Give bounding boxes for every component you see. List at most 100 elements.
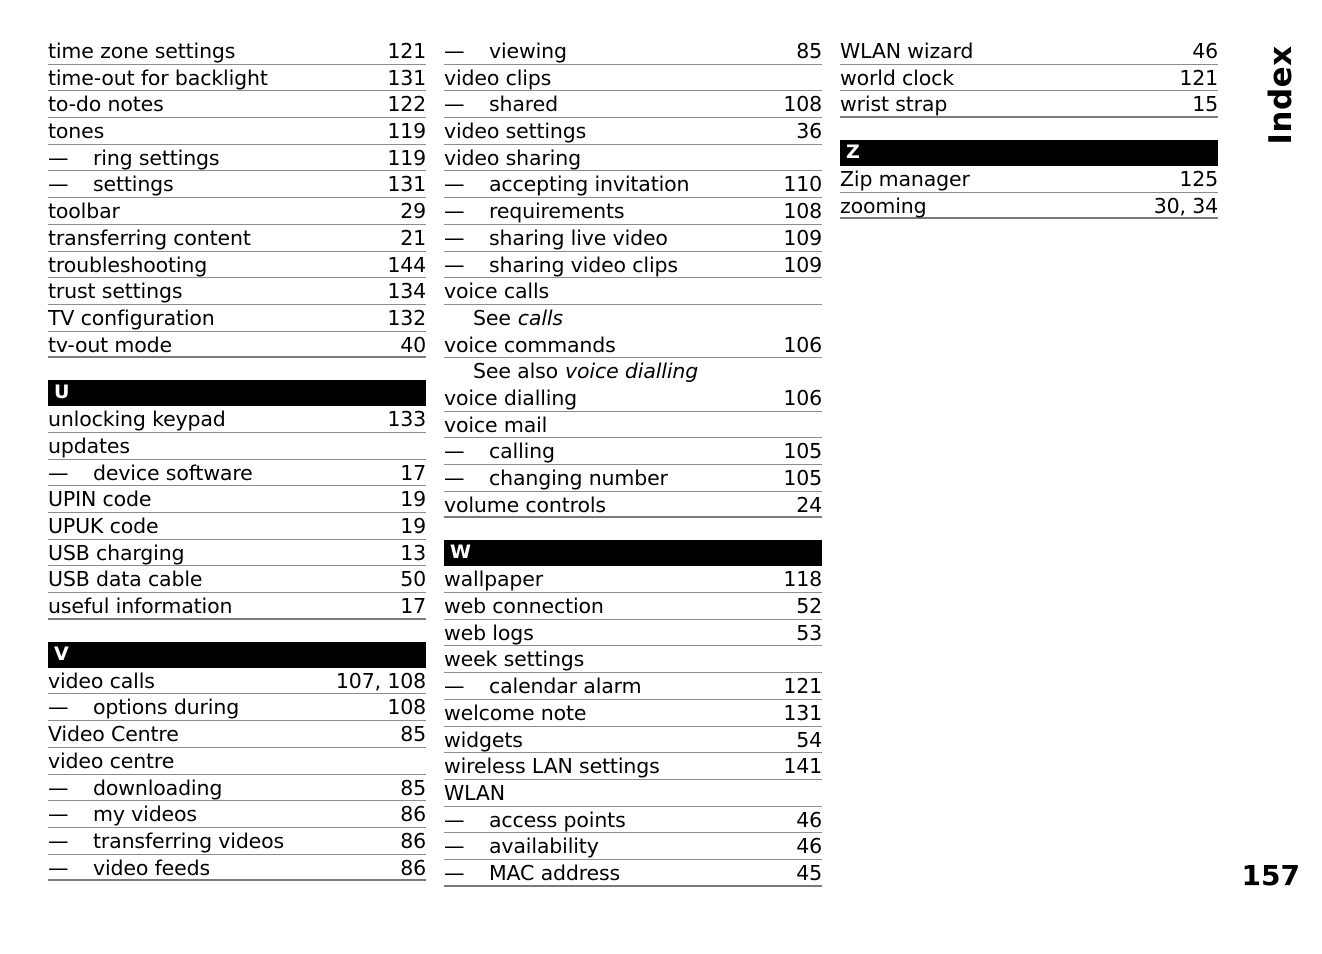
index-entry[interactable]: video sharing bbox=[444, 145, 822, 172]
entry-page-numbers[interactable]: 105 bbox=[773, 465, 822, 492]
index-sub-entry[interactable]: — viewing 85 bbox=[444, 38, 822, 65]
entry-page-numbers[interactable]: 141 bbox=[773, 753, 822, 780]
entry-page-numbers[interactable]: 54 bbox=[786, 727, 822, 754]
entry-page-numbers[interactable]: 119 bbox=[377, 145, 426, 172]
entry-page-numbers[interactable]: 52 bbox=[786, 593, 822, 620]
entry-page-numbers[interactable]: 36 bbox=[786, 118, 822, 145]
entry-page-numbers[interactable]: 17 bbox=[390, 460, 426, 487]
entry-page-numbers[interactable]: 105 bbox=[773, 438, 822, 465]
entry-page-numbers[interactable]: 19 bbox=[390, 513, 426, 540]
entry-page-numbers[interactable]: 131 bbox=[377, 171, 426, 198]
entry-page-numbers[interactable]: 106 bbox=[773, 332, 822, 359]
index-sub-entry[interactable]: — calendar alarm 121 bbox=[444, 673, 822, 700]
index-entry[interactable]: week settings bbox=[444, 646, 822, 674]
entry-page-numbers[interactable]: 85 bbox=[390, 721, 426, 748]
index-cross-reference[interactable]: See calls bbox=[444, 305, 822, 332]
entry-page-numbers[interactable]: 13 bbox=[390, 540, 426, 567]
entry-page-numbers[interactable]: 30, 34 bbox=[1144, 193, 1218, 220]
index-sub-entry[interactable]: — device software 17 bbox=[48, 460, 426, 487]
entry-page-numbers[interactable]: 119 bbox=[377, 118, 426, 145]
entry-page-numbers[interactable]: 121 bbox=[1169, 65, 1218, 92]
index-entry[interactable]: web connection 52 bbox=[444, 593, 822, 620]
index-entry[interactable]: useful information 17 bbox=[48, 593, 426, 620]
index-entry[interactable]: Zip manager 125 bbox=[840, 166, 1218, 193]
entry-page-numbers[interactable]: 106 bbox=[773, 385, 822, 412]
entry-page-numbers[interactable]: 40 bbox=[390, 332, 426, 359]
index-entry[interactable]: voice calls bbox=[444, 278, 822, 305]
entry-page-numbers[interactable]: 107, 108 bbox=[326, 668, 426, 695]
index-sub-entry[interactable]: — changing number 105 bbox=[444, 465, 822, 492]
index-entry[interactable]: video settings 36 bbox=[444, 118, 822, 145]
entry-page-numbers[interactable]: 53 bbox=[786, 620, 822, 647]
entry-page-numbers[interactable]: 50 bbox=[390, 566, 426, 593]
entry-page-numbers[interactable]: 110 bbox=[773, 171, 822, 198]
index-entry[interactable]: voice dialling 106 bbox=[444, 385, 822, 412]
index-entry[interactable]: welcome note 131 bbox=[444, 700, 822, 727]
entry-page-numbers[interactable]: 131 bbox=[773, 700, 822, 727]
entry-page-numbers[interactable]: 134 bbox=[377, 278, 426, 305]
entry-page-numbers[interactable]: 133 bbox=[377, 406, 426, 433]
index-entry[interactable]: transferring content 21 bbox=[48, 225, 426, 252]
index-sub-entry[interactable]: — options during 108 bbox=[48, 694, 426, 722]
index-entry[interactable]: video clips bbox=[444, 65, 822, 92]
entry-page-numbers[interactable]: 131 bbox=[377, 65, 426, 92]
index-entry[interactable]: troubleshooting 144 bbox=[48, 252, 426, 279]
entry-page-numbers[interactable]: 85 bbox=[786, 38, 822, 65]
entry-page-numbers[interactable]: 132 bbox=[377, 305, 426, 332]
index-sub-entry[interactable]: — calling 105 bbox=[444, 438, 822, 465]
index-entry[interactable]: world clock 121 bbox=[840, 65, 1218, 92]
index-entry[interactable]: UPUK code 19 bbox=[48, 513, 426, 540]
index-entry[interactable]: wireless LAN settings 141 bbox=[444, 753, 822, 780]
index-sub-entry[interactable]: — accepting invitation 110 bbox=[444, 171, 822, 199]
entry-page-numbers[interactable]: 86 bbox=[390, 828, 426, 855]
entry-page-numbers[interactable]: 108 bbox=[377, 694, 426, 721]
index-entry[interactable]: WLAN bbox=[444, 780, 822, 807]
index-entry[interactable]: wallpaper 118 bbox=[444, 566, 822, 594]
entry-page-numbers[interactable]: 109 bbox=[773, 225, 822, 252]
index-entry[interactable]: time zone settings 121 bbox=[48, 38, 426, 65]
index-entry[interactable]: voice commands 106 bbox=[444, 332, 822, 359]
index-entry[interactable]: tv-out mode 40 bbox=[48, 332, 426, 359]
entry-page-numbers[interactable]: 46 bbox=[1182, 38, 1218, 65]
entry-page-numbers[interactable]: 108 bbox=[773, 198, 822, 225]
index-entry[interactable]: USB data cable 50 bbox=[48, 566, 426, 594]
entry-page-numbers[interactable]: 109 bbox=[773, 252, 822, 279]
index-sub-entry[interactable]: — downloading 85 bbox=[48, 775, 426, 802]
entry-page-numbers[interactable]: 86 bbox=[390, 801, 426, 828]
entry-page-numbers[interactable]: 15 bbox=[1182, 91, 1218, 118]
entry-page-numbers[interactable]: 122 bbox=[377, 91, 426, 118]
entry-page-numbers[interactable]: 86 bbox=[390, 855, 426, 882]
index-sub-entry[interactable]: — availability 46 bbox=[444, 833, 822, 860]
index-entry[interactable]: video centre bbox=[48, 748, 426, 775]
index-entry[interactable]: web logs 53 bbox=[444, 620, 822, 647]
entry-page-numbers[interactable]: 46 bbox=[786, 833, 822, 860]
entry-page-numbers[interactable]: 46 bbox=[786, 807, 822, 834]
index-entry[interactable]: toolbar 29 bbox=[48, 198, 426, 225]
index-cross-reference[interactable]: See also voice dialling bbox=[444, 358, 822, 385]
index-entry[interactable]: TV configuration 132 bbox=[48, 305, 426, 332]
index-sub-entry[interactable]: — transferring videos 86 bbox=[48, 828, 426, 855]
entry-page-numbers[interactable]: 108 bbox=[773, 91, 822, 118]
index-entry[interactable]: updates bbox=[48, 433, 426, 460]
entry-page-numbers[interactable]: 45 bbox=[786, 860, 822, 887]
index-entry[interactable]: trust settings 134 bbox=[48, 278, 426, 305]
index-entry[interactable]: unlocking keypad 133 bbox=[48, 406, 426, 433]
index-entry[interactable]: volume controls 24 bbox=[444, 492, 822, 519]
entry-page-numbers[interactable]: 144 bbox=[377, 252, 426, 279]
entry-page-numbers[interactable]: 118 bbox=[773, 566, 822, 593]
entry-page-numbers[interactable]: 85 bbox=[390, 775, 426, 802]
entry-page-numbers[interactable]: 121 bbox=[377, 38, 426, 65]
index-sub-entry[interactable]: — shared 108 bbox=[444, 91, 822, 119]
see-target[interactable]: calls bbox=[511, 305, 563, 332]
index-entry[interactable]: UPIN code 19 bbox=[48, 486, 426, 513]
index-entry[interactable]: WLAN wizard 46 bbox=[840, 38, 1218, 65]
index-entry[interactable]: USB charging 13 bbox=[48, 540, 426, 567]
entry-page-numbers[interactable]: 121 bbox=[773, 673, 822, 700]
index-sub-entry[interactable]: — video feeds 86 bbox=[48, 855, 426, 882]
index-entry[interactable]: zooming 30, 34 bbox=[840, 193, 1218, 220]
see-target[interactable]: voice dialling bbox=[558, 358, 698, 385]
index-entry[interactable]: time-out for backlight 131 bbox=[48, 65, 426, 92]
index-entry[interactable]: widgets 54 bbox=[444, 727, 822, 754]
entry-page-numbers[interactable]: 19 bbox=[390, 486, 426, 513]
entry-page-numbers[interactable]: 29 bbox=[390, 198, 426, 225]
